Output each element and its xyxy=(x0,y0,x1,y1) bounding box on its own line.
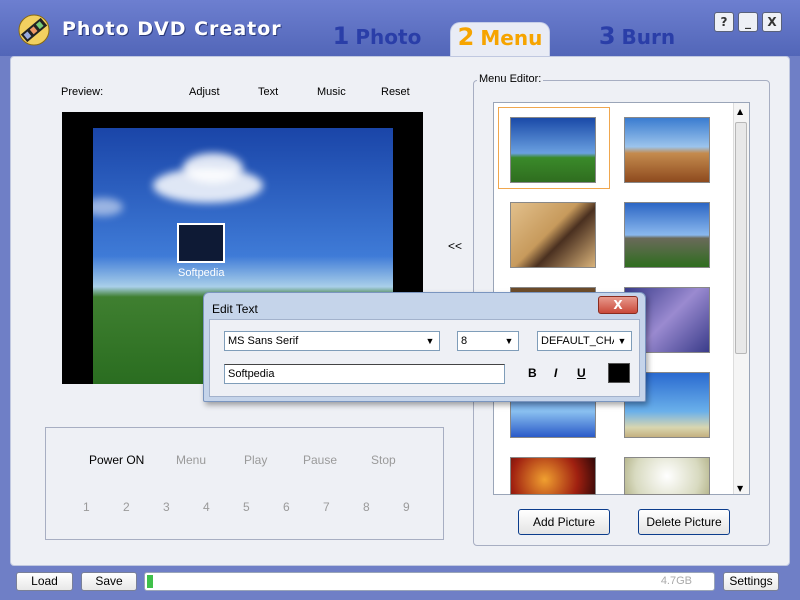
stop-button[interactable]: Stop xyxy=(371,453,396,467)
number-button-3[interactable]: 3 xyxy=(163,500,170,514)
remote-control-panel xyxy=(45,427,444,540)
edit-text-dialog: Edit Text X MS Sans Serif ▼ 8 ▼ DEFAULT_… xyxy=(203,292,646,402)
italic-button[interactable]: I xyxy=(554,366,557,380)
number-button-7[interactable]: 7 xyxy=(323,500,330,514)
adjust-menu[interactable]: Adjust xyxy=(189,86,220,98)
scrollbar-thumb[interactable] xyxy=(735,122,747,354)
number-button-8[interactable]: 8 xyxy=(363,500,370,514)
bold-button[interactable]: B xyxy=(528,366,537,380)
add-picture-button[interactable]: Add Picture xyxy=(518,509,610,535)
size-select[interactable]: 8 ▼ xyxy=(457,331,519,351)
menu-thumbnail-button[interactable] xyxy=(177,223,225,263)
chevron-down-icon[interactable]: ▼ xyxy=(614,333,630,349)
capacity-fill xyxy=(147,575,153,588)
capacity-label: 4.7GB xyxy=(660,575,692,587)
background-thumb-10[interactable] xyxy=(624,457,710,495)
font-value: MS Sans Serif xyxy=(228,335,299,347)
number-button-1[interactable]: 1 xyxy=(83,500,90,514)
settings-button[interactable]: Settings xyxy=(723,572,779,591)
background-thumb-2[interactable] xyxy=(624,117,710,183)
chevron-down-icon[interactable]: ▼ xyxy=(501,333,517,349)
chevron-down-icon[interactable]: ▼ xyxy=(422,333,438,349)
preview-label: Preview: xyxy=(61,86,104,98)
tab-photo[interactable]: 1 Photo xyxy=(312,22,442,56)
menu-button[interactable]: Menu xyxy=(176,453,206,467)
delete-picture-button[interactable]: Delete Picture xyxy=(638,509,730,535)
play-button[interactable]: Play xyxy=(244,453,267,467)
tab-label: Burn xyxy=(621,25,676,49)
minimize-button[interactable]: _ xyxy=(738,12,758,32)
dialog-close-button[interactable]: X xyxy=(598,296,638,314)
music-menu[interactable]: Music xyxy=(317,86,346,98)
dialog-title: Edit Text xyxy=(212,302,258,316)
number-button-9[interactable]: 9 xyxy=(403,500,410,514)
scroll-down-icon[interactable]: ▼ xyxy=(737,484,743,493)
dialog-body: MS Sans Serif ▼ 8 ▼ DEFAULT_CHA ▼ Softpe… xyxy=(209,319,640,397)
text-input[interactable]: Softpedia xyxy=(224,364,505,384)
tab-number: 3 xyxy=(598,22,616,50)
background-thumb-1[interactable] xyxy=(510,117,596,183)
number-button-4[interactable]: 4 xyxy=(203,500,210,514)
number-button-2[interactable]: 2 xyxy=(123,500,130,514)
menu-editor-title: Menu Editor: xyxy=(477,73,544,85)
background-thumb-4[interactable] xyxy=(624,202,710,268)
text-color-swatch[interactable] xyxy=(608,363,630,383)
menu-thumbnail-label[interactable]: Softpedia xyxy=(178,267,224,279)
load-button[interactable]: Load xyxy=(16,572,73,591)
size-value: 8 xyxy=(461,335,468,347)
tab-number: 2 xyxy=(457,23,475,51)
tab-burn[interactable]: 3 Burn xyxy=(572,22,702,56)
power-on-button[interactable]: Power ON xyxy=(89,453,144,467)
scroll-up-icon[interactable]: ▲ xyxy=(737,107,743,116)
number-button-6[interactable]: 6 xyxy=(283,500,290,514)
move-left-button[interactable]: << xyxy=(448,239,462,253)
charset-select[interactable]: DEFAULT_CHA ▼ xyxy=(537,331,632,351)
tab-number: 1 xyxy=(332,22,350,50)
tab-menu[interactable]: 2 Menu xyxy=(450,22,550,56)
save-button[interactable]: Save xyxy=(81,572,137,591)
film-strip-icon xyxy=(18,14,50,46)
help-button[interactable]: ? xyxy=(714,12,734,32)
text-menu[interactable]: Text xyxy=(258,86,278,98)
tab-label: Photo xyxy=(355,25,422,49)
number-button-5[interactable]: 5 xyxy=(243,500,250,514)
disc-capacity-bar: 4.7GB xyxy=(144,572,715,591)
underline-button[interactable]: U xyxy=(577,366,586,380)
close-button[interactable]: X xyxy=(762,12,782,32)
background-thumb-3[interactable] xyxy=(510,202,596,268)
pause-button[interactable]: Pause xyxy=(303,453,337,467)
charset-value: DEFAULT_CHA xyxy=(541,335,620,347)
background-thumb-9[interactable] xyxy=(510,457,596,495)
reset-menu[interactable]: Reset xyxy=(381,86,410,98)
tab-label: Menu xyxy=(480,26,543,50)
font-select[interactable]: MS Sans Serif ▼ xyxy=(224,331,440,351)
app-title: Photo DVD Creator xyxy=(62,18,282,40)
